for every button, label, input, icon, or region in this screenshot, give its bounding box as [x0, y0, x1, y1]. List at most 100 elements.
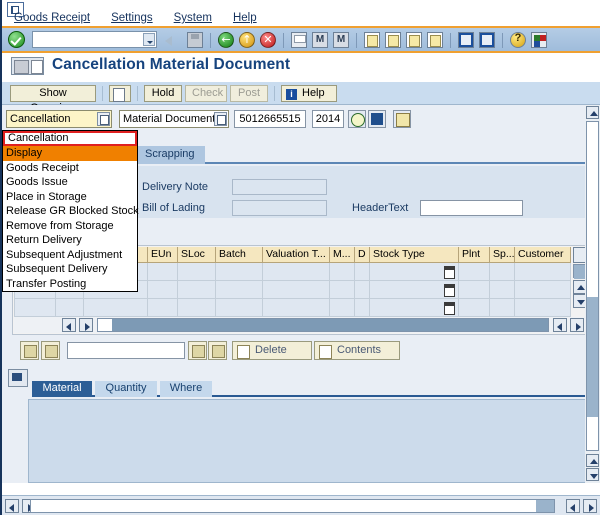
- chevron-down-icon[interactable]: [143, 33, 155, 46]
- help-icon[interactable]: [509, 31, 527, 49]
- print-icon[interactable]: [20, 341, 39, 360]
- cell-plnt[interactable]: [459, 281, 490, 299]
- th-customer[interactable]: Customer: [515, 247, 571, 263]
- scroll-left-button[interactable]: [62, 318, 76, 332]
- print-icon[interactable]: [290, 31, 308, 49]
- bottom-scroll-right-2[interactable]: [583, 499, 597, 513]
- th-sloc[interactable]: SLoc: [178, 247, 216, 263]
- show-overview-button[interactable]: Show Overview: [10, 85, 96, 114]
- th-d[interactable]: D: [355, 247, 370, 263]
- scroll-right-button-2[interactable]: [570, 318, 584, 332]
- cell-d[interactable]: [355, 263, 370, 281]
- menu-item-help[interactable]: Help: [231, 12, 259, 24]
- cell-m[interactable]: [330, 281, 355, 299]
- cancel-red-icon[interactable]: ✕: [259, 31, 277, 49]
- cell-stock-type[interactable]: [370, 263, 459, 281]
- dropdown-option-subsequent-delivery[interactable]: Subsequent Delivery: [3, 262, 137, 277]
- post-button[interactable]: Post: [230, 85, 268, 102]
- table-row[interactable]: [14, 299, 571, 317]
- document-number-field[interactable]: 5012665515: [234, 110, 306, 128]
- dropdown-cell-icon[interactable]: [444, 266, 455, 279]
- cell-ok[interactable]: [56, 299, 84, 317]
- cell-qty[interactable]: [84, 299, 148, 317]
- cell-stock-type[interactable]: [370, 281, 459, 299]
- check-button[interactable]: Check: [185, 85, 227, 102]
- reference-doc-combo[interactable]: Material Document: [119, 110, 229, 128]
- page-scroll-up-button[interactable]: [586, 106, 599, 119]
- cell-sloc[interactable]: [178, 299, 216, 317]
- cell-sp[interactable]: [490, 263, 515, 281]
- find-icon[interactable]: M: [311, 31, 329, 49]
- page-vertical-scrollbar[interactable]: [585, 105, 600, 483]
- table-horizontal-scrollbar[interactable]: [14, 317, 588, 333]
- bottom-scroll-right[interactable]: [566, 499, 580, 513]
- cell-m[interactable]: [330, 263, 355, 281]
- delivery-note-field[interactable]: [232, 179, 327, 195]
- chevron-down-icon[interactable]: [97, 112, 110, 126]
- binoculars-icon[interactable]: [368, 110, 386, 128]
- cell-sp[interactable]: [490, 299, 515, 317]
- scroll-left-button-2[interactable]: [553, 318, 567, 332]
- customize-layout-icon[interactable]: [530, 31, 548, 49]
- dropdown-option-goods-receipt[interactable]: Goods Receipt: [3, 161, 137, 176]
- help-button[interactable]: i Help: [281, 85, 337, 102]
- tab-where[interactable]: Where: [160, 381, 212, 397]
- cell-valuation[interactable]: [263, 263, 330, 281]
- create-session-icon[interactable]: [457, 31, 475, 49]
- dropdown-option-remove-from-storage[interactable]: Remove from Storage: [3, 219, 137, 234]
- tab-scrapping[interactable]: Scrapping: [135, 146, 205, 164]
- dropdown-cell-icon[interactable]: [444, 302, 455, 315]
- create-shortcut-icon[interactable]: [478, 31, 496, 49]
- enter-check-icon[interactable]: [8, 31, 25, 48]
- cell-eun[interactable]: [148, 281, 178, 299]
- bottom-scroll-left[interactable]: [5, 499, 19, 513]
- th-m[interactable]: M...: [330, 247, 355, 263]
- cell-plnt[interactable]: [459, 299, 490, 317]
- execute-icon[interactable]: [348, 110, 366, 128]
- th-eun[interactable]: EUn: [148, 247, 178, 263]
- bottom-scroll-thumb[interactable]: [536, 500, 554, 512]
- contents-button[interactable]: Contents: [314, 341, 400, 360]
- h-scroll-track[interactable]: [97, 318, 549, 332]
- th-sp[interactable]: Sp...: [490, 247, 515, 263]
- document-year-field[interactable]: 2014: [312, 110, 344, 128]
- next-page-icon[interactable]: [405, 31, 423, 49]
- page-scroll-down-button-a[interactable]: [586, 454, 599, 467]
- cell-customer[interactable]: [515, 263, 571, 281]
- dropdown-option-return-delivery[interactable]: Return Delivery: [3, 233, 137, 248]
- exit-yellow-icon[interactable]: ↑: [238, 31, 256, 49]
- cell-sloc[interactable]: [178, 263, 216, 281]
- cell-d[interactable]: [355, 281, 370, 299]
- save-icon[interactable]: [186, 31, 204, 49]
- first-page-icon[interactable]: [363, 31, 381, 49]
- dropdown-option-display[interactable]: Display: [3, 146, 137, 161]
- search-input[interactable]: [67, 342, 185, 359]
- movement-type-dropdown-list[interactable]: Cancellation Display Goods Receipt Goods…: [2, 130, 139, 292]
- dropdown-option-subsequent-adjustment[interactable]: Subsequent Adjustment: [3, 248, 137, 263]
- delete-button[interactable]: Delete: [232, 341, 312, 360]
- cell-sp[interactable]: [490, 281, 515, 299]
- cell-batch[interactable]: [216, 263, 263, 281]
- hold-button[interactable]: Hold: [144, 85, 182, 102]
- find-icon[interactable]: [188, 341, 207, 360]
- menu-item-goods-receipt[interactable]: Goods Receipt: [12, 12, 92, 24]
- dropdown-option-cancellation[interactable]: Cancellation: [3, 131, 137, 146]
- cell-sloc[interactable]: [178, 281, 216, 299]
- th-plnt[interactable]: Plnt: [459, 247, 490, 263]
- find-next-icon[interactable]: M: [332, 31, 350, 49]
- movement-type-combo[interactable]: Cancellation: [6, 110, 112, 128]
- scroll-right-button[interactable]: [79, 318, 93, 332]
- cell-valuation[interactable]: [263, 281, 330, 299]
- chevron-down-icon[interactable]: [214, 112, 227, 126]
- cell-eun[interactable]: [148, 299, 178, 317]
- th-stock-type[interactable]: Stock Type: [370, 247, 459, 263]
- menu-item-settings[interactable]: Settings: [109, 12, 155, 24]
- cell-m[interactable]: [330, 299, 355, 317]
- menu-item-system[interactable]: System: [172, 12, 214, 24]
- back-green-icon[interactable]: ←: [217, 31, 235, 49]
- cell-stock-type[interactable]: [370, 299, 459, 317]
- bottom-scroll-track[interactable]: [30, 499, 555, 513]
- dropdown-option-goods-issue[interactable]: Goods Issue: [3, 175, 137, 190]
- bill-of-lading-field[interactable]: [232, 200, 327, 216]
- collapse-left-icon[interactable]: [165, 31, 183, 49]
